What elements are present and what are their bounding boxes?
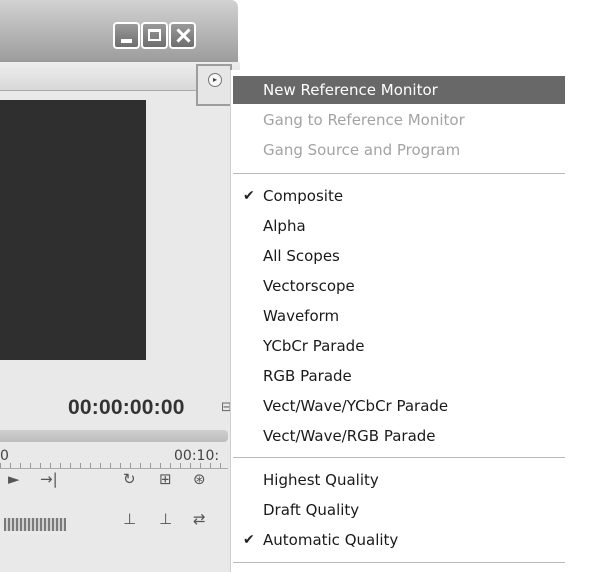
lift-icon[interactable]: ⊥ <box>123 510 136 528</box>
menu-item-ycbcr-parade[interactable]: YCbCr Parade <box>233 332 565 360</box>
ruler-start-label: 0 <box>0 448 9 464</box>
extract-icon[interactable]: ⊥ <box>159 510 172 528</box>
minimize-button[interactable] <box>113 22 140 49</box>
menu-separator <box>233 173 565 174</box>
menu-item-draft-quality[interactable]: Draft Quality <box>233 496 565 524</box>
menu-separator <box>233 457 565 458</box>
menu-item-gang-to-reference-monitor[interactable]: Gang to Reference Monitor <box>233 106 565 134</box>
jog-shuttle[interactable] <box>4 518 66 531</box>
menu-item-new-reference-monitor[interactable]: New Reference Monitor <box>233 76 565 104</box>
menu-item-vect-wave-ycbcr-parade[interactable]: Vect/Wave/YCbCr Parade <box>233 392 565 420</box>
menu-item-waveform[interactable]: Waveform <box>233 302 565 330</box>
menu-separator <box>233 562 565 563</box>
checkmark-icon: ✔ <box>243 532 255 548</box>
zoom-scrollbar[interactable] <box>0 430 228 442</box>
panel-menu-button[interactable]: ▸ <box>196 64 232 106</box>
timecode-display[interactable]: 00:00:00:00 <box>68 396 185 420</box>
menu-item-vect-wave-rgb-parade[interactable]: Vect/Wave/RGB Parade <box>233 422 565 450</box>
menu-item-vectorscope[interactable]: Vectorscope <box>233 272 565 300</box>
trim-icon[interactable]: ⇄ <box>193 510 206 528</box>
step-forward-icon[interactable]: ► <box>8 470 20 488</box>
menu-item-automatic-quality[interactable]: ✔ Automatic Quality <box>233 526 565 554</box>
menu-item-composite[interactable]: ✔ Composite <box>233 182 565 210</box>
monitor-display <box>0 100 146 360</box>
safe-margins-icon[interactable]: ⊞ <box>159 470 172 488</box>
close-button[interactable] <box>169 22 196 49</box>
go-to-out-point-icon[interactable]: →| <box>40 470 58 488</box>
menu-item-all-scopes[interactable]: All Scopes <box>233 242 565 270</box>
maximize-button[interactable] <box>141 22 168 49</box>
menu-item-gang-source-and-program[interactable]: Gang Source and Program <box>233 136 565 164</box>
flyout-arrow-icon: ▸ <box>208 73 222 87</box>
menu-item-alpha[interactable]: Alpha <box>233 212 565 240</box>
monitor-flyout-menu: New Reference Monitor Gang to Reference … <box>230 70 595 572</box>
menu-item-highest-quality[interactable]: Highest Quality <box>233 466 565 494</box>
loop-icon[interactable]: ↻ <box>123 470 136 488</box>
checkmark-icon: ✔ <box>243 188 255 204</box>
ruler-end-label: 00:10: <box>174 448 220 464</box>
menu-item-rgb-parade[interactable]: RGB Parade <box>233 362 565 390</box>
output-icon[interactable]: ⊛ <box>193 470 206 488</box>
window-titlebar <box>0 0 238 62</box>
